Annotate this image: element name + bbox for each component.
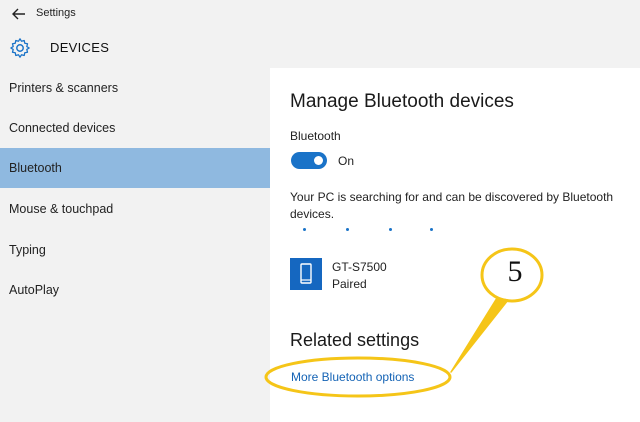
searching-status-text: Your PC is searching for and can be disc…	[290, 190, 614, 221]
sidebar-item-connected-devices[interactable]: Connected devices	[0, 108, 270, 148]
sidebar-item-bluetooth[interactable]: Bluetooth	[0, 148, 270, 188]
sidebar-item-label: AutoPlay	[9, 283, 60, 297]
sidebar-item-label: Typing	[9, 243, 46, 257]
window-title: Settings	[36, 7, 76, 19]
related-settings-title: Related settings	[290, 330, 420, 350]
sidebar-item-label: Bluetooth	[9, 161, 62, 175]
sidebar-item-autoplay[interactable]: AutoPlay	[0, 270, 270, 310]
progress-dot	[303, 228, 306, 231]
toggle-state-label: On	[338, 154, 355, 168]
phone-icon-glyph	[300, 263, 312, 284]
sidebar-item-label: Printers & scanners	[9, 81, 119, 95]
bluetooth-toggle[interactable]	[291, 152, 327, 169]
page-header: DEVICES	[0, 28, 640, 68]
sidebar: Printers & scanners Connected devices Bl…	[0, 68, 270, 422]
annotation-number: 5	[507, 255, 523, 288]
sidebar-item-label: Mouse & touchpad	[9, 202, 114, 216]
progress-dot	[389, 228, 392, 231]
more-bluetooth-options-link[interactable]: More Bluetooth options	[291, 370, 414, 384]
progress-dot	[430, 228, 433, 231]
back-arrow-icon[interactable]	[10, 5, 28, 23]
device-name[interactable]: GT-S7500	[332, 260, 387, 274]
sidebar-item-typing[interactable]: Typing	[0, 230, 270, 270]
device-status: Paired	[332, 277, 367, 291]
main-pane: Manage Bluetooth devices Bluetooth On Yo…	[270, 68, 640, 422]
section-title: Manage Bluetooth devices	[290, 91, 514, 112]
gear-icon	[10, 38, 30, 58]
title-bar: Settings	[0, 0, 640, 28]
toggle-knob	[314, 156, 323, 165]
sidebar-item-label: Connected devices	[9, 121, 116, 135]
sidebar-item-mouse-touchpad[interactable]: Mouse & touchpad	[0, 189, 270, 229]
sidebar-item-printers-scanners[interactable]: Printers & scanners	[0, 68, 270, 108]
progress-dot	[346, 228, 349, 231]
bluetooth-label: Bluetooth	[290, 129, 341, 143]
page-title: DEVICES	[50, 40, 110, 55]
phone-icon[interactable]	[290, 258, 322, 290]
